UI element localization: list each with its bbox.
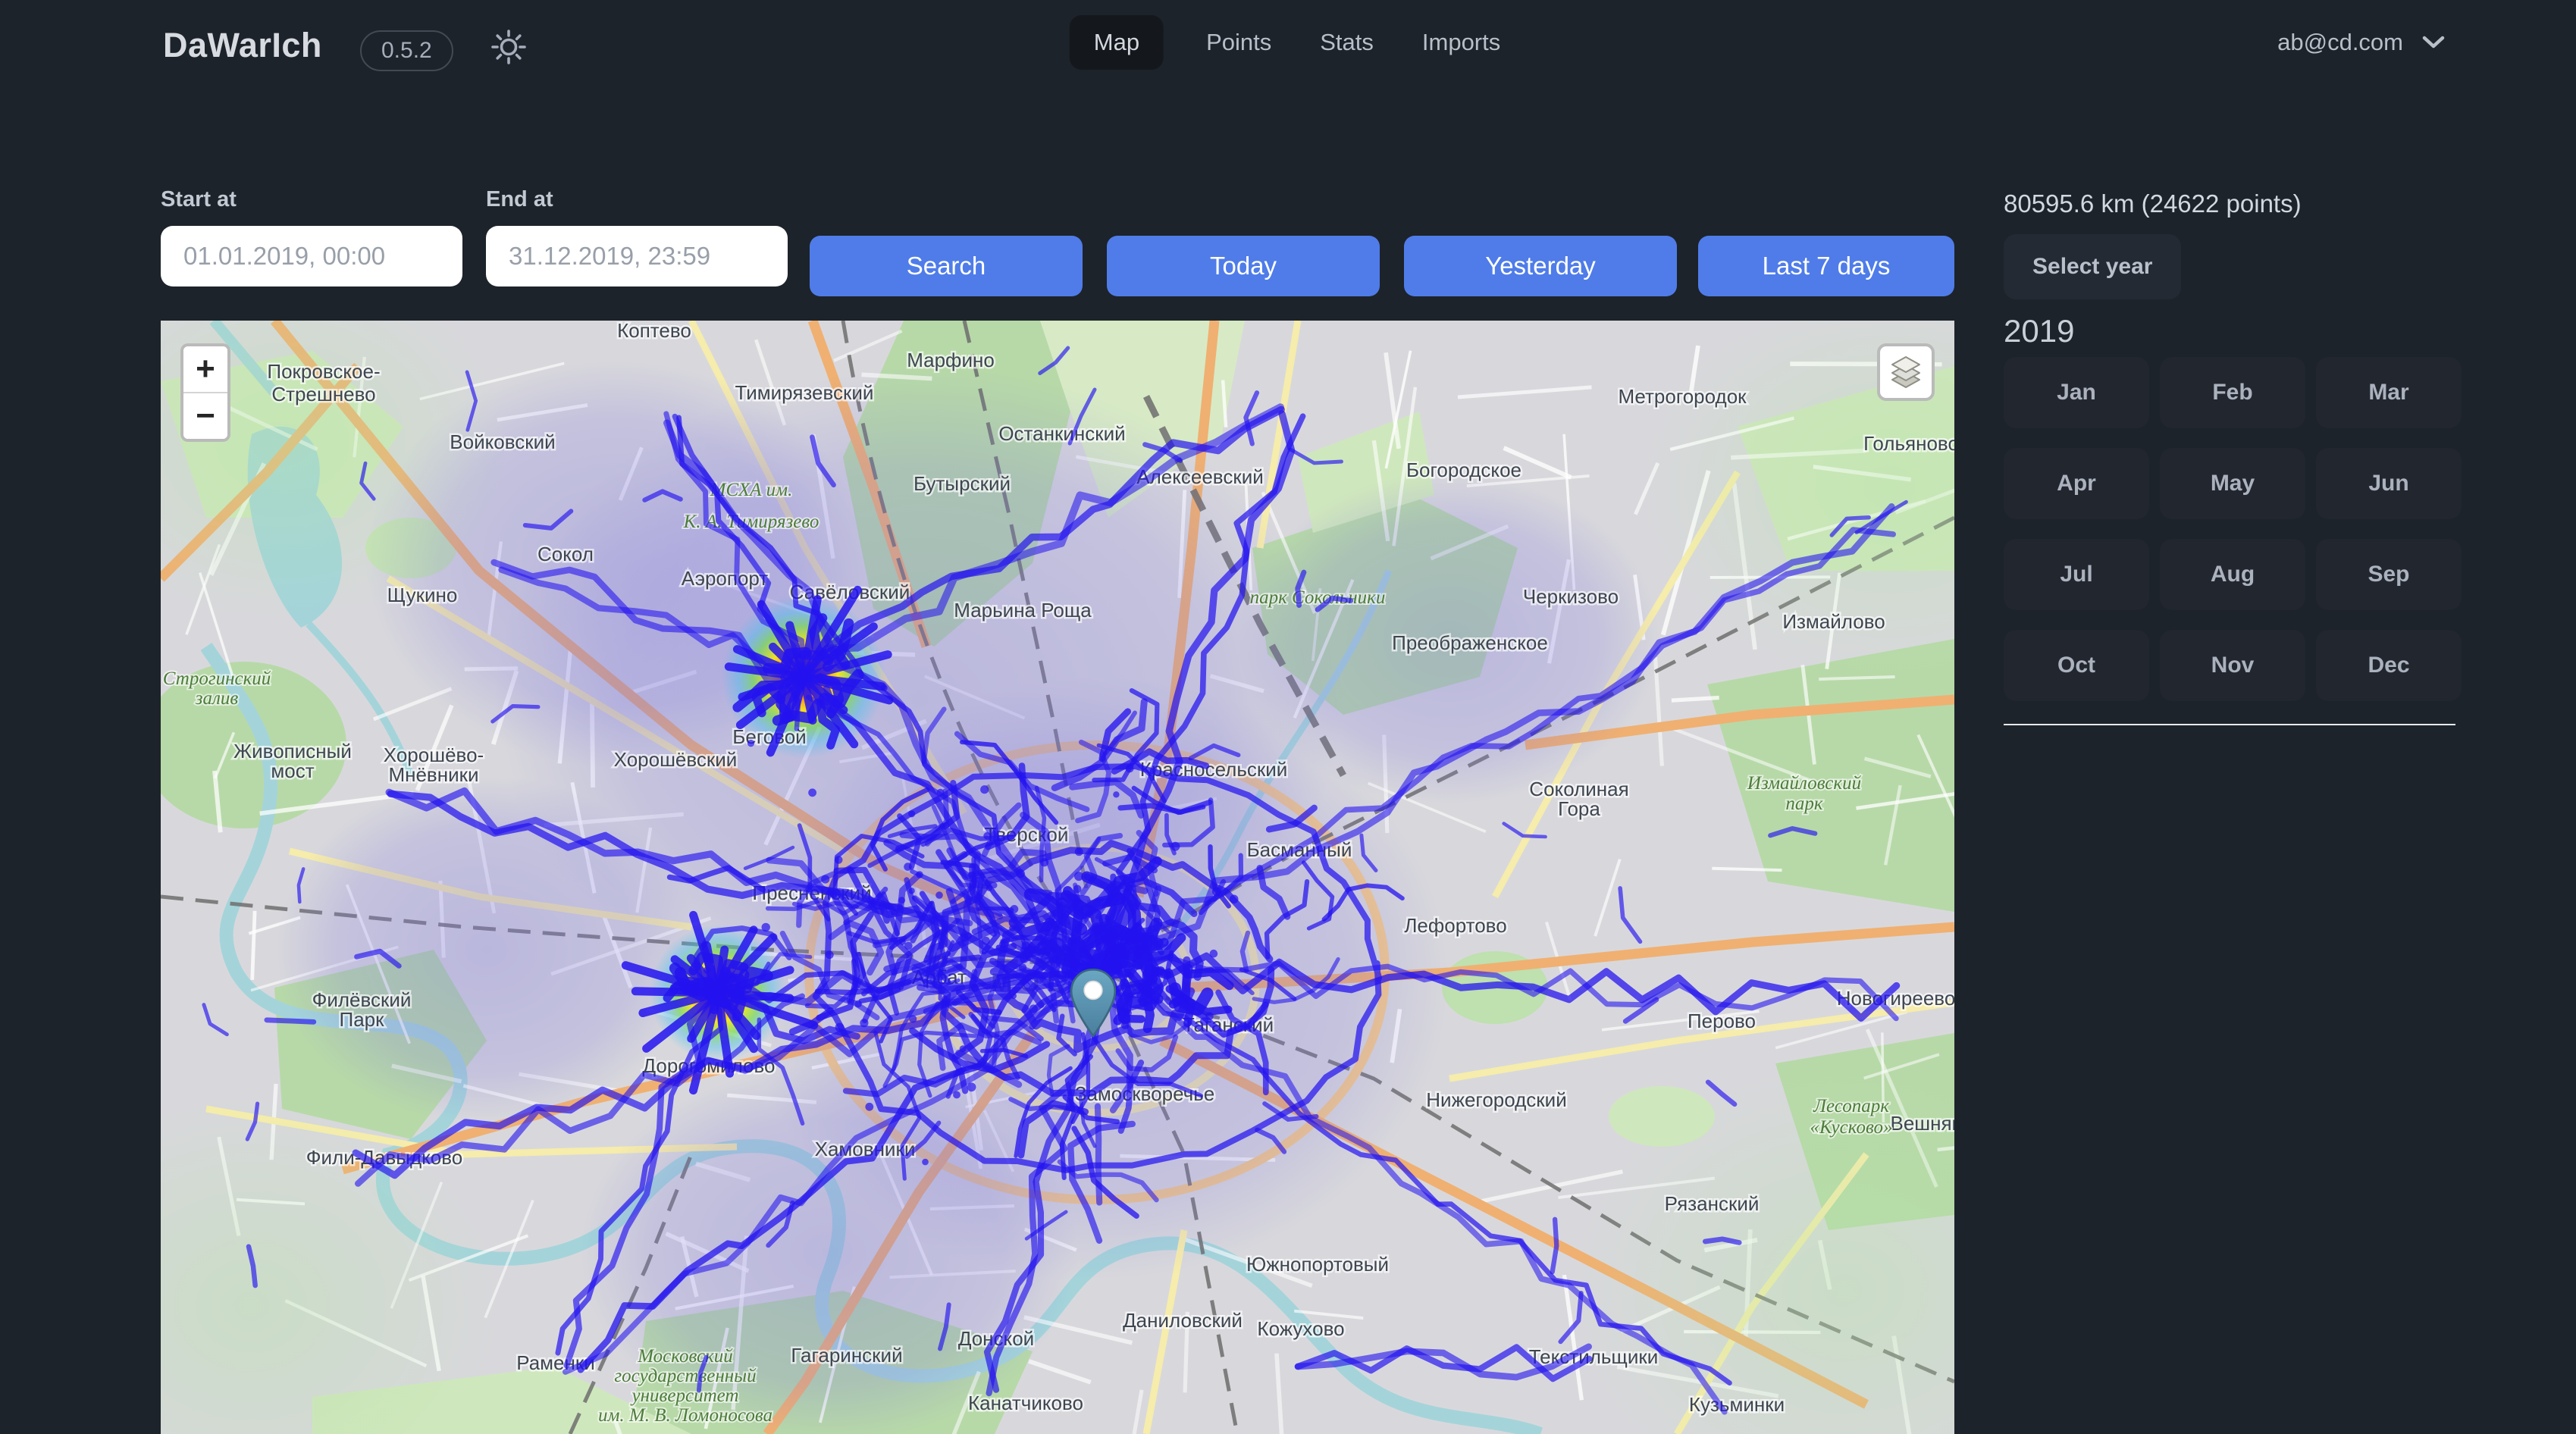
svg-text:Стрешнево: Стрешнево <box>271 383 375 405</box>
map-svg: КоптевоТимирязевскийМСХА им.К. А. Тимиря… <box>161 321 1954 1434</box>
svg-text:Даниловский: Даниловский <box>1123 1309 1243 1332</box>
svg-text:Лефортово: Лефортово <box>1404 914 1506 937</box>
svg-text:Лесопарк: Лесопарк <box>1813 1096 1889 1116</box>
search-button[interactable]: Search <box>810 236 1083 296</box>
svg-text:Рязанский: Рязанский <box>1665 1192 1760 1215</box>
svg-text:Черкизово: Черкизово <box>1523 585 1619 608</box>
svg-text:им. М. В. Ломоносова: им. М. В. Ломоносова <box>598 1405 772 1426</box>
month-button-may[interactable]: May <box>2160 448 2305 519</box>
svg-text:Гора: Гора <box>1558 797 1600 820</box>
svg-text:Преображенское: Преображенское <box>1392 631 1548 654</box>
svg-text:Хорошёвский: Хорошёвский <box>614 748 738 771</box>
svg-text:Марфино: Марфино <box>907 349 995 371</box>
month-button-jan[interactable]: Jan <box>2004 357 2149 428</box>
svg-text:Перово: Перово <box>1688 1010 1756 1032</box>
svg-text:Коптево: Коптево <box>617 321 691 342</box>
month-button-jul[interactable]: Jul <box>2004 539 2149 610</box>
tab-map[interactable]: Map <box>1070 15 1164 70</box>
tab-imports[interactable]: Imports <box>1416 15 1506 70</box>
svg-text:залив: залив <box>195 688 239 709</box>
svg-text:«Кусково»: «Кусково» <box>1810 1117 1893 1138</box>
month-button-sep[interactable]: Sep <box>2316 539 2462 610</box>
svg-text:Измайловский: Измайловский <box>1747 773 1862 794</box>
svg-text:Канатчиково: Канатчиково <box>968 1392 1083 1414</box>
svg-text:Измайлово: Измайлово <box>1782 610 1885 633</box>
month-button-mar[interactable]: Mar <box>2316 357 2462 428</box>
svg-text:парк Сокольники: парк Сокольники <box>1250 587 1386 608</box>
svg-text:Южнопортовый: Южнопортовый <box>1246 1253 1389 1276</box>
app-logo[interactable]: DaWarIch <box>163 26 322 65</box>
start-at-label: Start at <box>161 187 462 212</box>
version-badge: 0.5.2 <box>360 30 453 71</box>
svg-text:государственный: государственный <box>614 1366 757 1386</box>
zoom-out-button[interactable]: − <box>183 393 227 439</box>
start-at-input[interactable] <box>161 226 462 286</box>
map-layers-button[interactable] <box>1877 343 1935 401</box>
svg-text:Кожухово: Кожухово <box>1257 1317 1344 1340</box>
theme-toggle-button[interactable] <box>489 27 528 67</box>
sidebar-divider <box>2004 724 2455 725</box>
svg-text:университет: университет <box>630 1385 739 1406</box>
svg-text:парк: парк <box>1785 794 1823 814</box>
svg-text:Покровское-: Покровское- <box>267 360 380 383</box>
location-marker[interactable] <box>1068 967 1118 1038</box>
month-button-oct[interactable]: Oct <box>2004 630 2149 701</box>
tab-stats[interactable]: Stats <box>1314 15 1380 70</box>
month-grid: Jan Feb Mar Apr May Jun Jul Aug Sep Oct … <box>2004 357 2462 701</box>
year-heading: 2019 <box>2004 313 2074 349</box>
page: { "header": { "logo": "DaWarIch", "versi… <box>0 0 2576 1434</box>
month-button-apr[interactable]: Apr <box>2004 448 2149 519</box>
svg-text:Щукино: Щукино <box>387 584 458 606</box>
svg-text:Аэропорт: Аэропорт <box>682 567 769 590</box>
last-7-days-button[interactable]: Last 7 days <box>1698 236 1954 296</box>
month-button-feb[interactable]: Feb <box>2160 357 2305 428</box>
chevron-down-icon <box>2421 35 2446 50</box>
user-menu[interactable]: ab@cd.com <box>2277 29 2446 56</box>
layers-icon <box>1886 352 1926 392</box>
zoom-in-button[interactable]: + <box>183 346 227 392</box>
map-container[interactable]: КоптевоТимирязевскийМСХА им.К. А. Тимиря… <box>161 321 1954 1434</box>
end-at-input[interactable] <box>486 226 788 286</box>
svg-text:Останкинский: Останкинский <box>998 422 1125 445</box>
svg-text:Парк: Парк <box>340 1008 385 1031</box>
svg-text:Бутырский: Бутырский <box>914 472 1011 495</box>
user-email: ab@cd.com <box>2277 29 2403 56</box>
svg-text:Строгинский: Строгинский <box>163 668 271 689</box>
svg-text:Войковский: Войковский <box>450 431 555 453</box>
today-button[interactable]: Today <box>1107 236 1380 296</box>
svg-text:Богородское: Богородское <box>1406 459 1521 481</box>
end-at-field: End at <box>486 187 788 286</box>
svg-text:Гольяново: Гольяново <box>1863 432 1954 455</box>
end-at-label: End at <box>486 187 788 212</box>
start-at-field: Start at <box>161 187 462 286</box>
month-button-jun[interactable]: Jun <box>2316 448 2462 519</box>
svg-text:Кузьминки: Кузьминки <box>1689 1393 1785 1416</box>
svg-text:Тимирязевский: Тимирязевский <box>735 381 874 404</box>
sun-icon <box>489 27 528 67</box>
select-year-button[interactable]: Select year <box>2004 234 2181 299</box>
month-button-nov[interactable]: Nov <box>2160 630 2305 701</box>
yesterday-button[interactable]: Yesterday <box>1404 236 1677 296</box>
distance-summary: 80595.6 km (24622 points) <box>2004 189 2302 218</box>
map-zoom-control: + − <box>180 343 230 442</box>
svg-text:Сокол: Сокол <box>537 543 594 565</box>
month-button-aug[interactable]: Aug <box>2160 539 2305 610</box>
svg-text:Мнёвники: Мнёвники <box>388 763 478 786</box>
svg-text:Вешняки: Вешняки <box>1891 1112 1955 1135</box>
navbar: DaWarIch 0.5.2 Map Points Stats Imports … <box>0 0 2576 92</box>
svg-text:Нижегородский: Нижегородский <box>1426 1088 1566 1111</box>
tab-points[interactable]: Points <box>1200 15 1277 70</box>
svg-text:Марьина Роща: Марьина Роща <box>954 599 1092 622</box>
svg-text:Метрогородок: Метрогородок <box>1618 385 1747 408</box>
main-tabs: Map Points Stats Imports <box>1070 15 1507 70</box>
svg-text:Гагаринский: Гагаринский <box>791 1344 902 1367</box>
month-button-dec[interactable]: Dec <box>2316 630 2462 701</box>
svg-text:Московский: Московский <box>637 1346 733 1367</box>
svg-text:мост: мост <box>271 759 314 782</box>
